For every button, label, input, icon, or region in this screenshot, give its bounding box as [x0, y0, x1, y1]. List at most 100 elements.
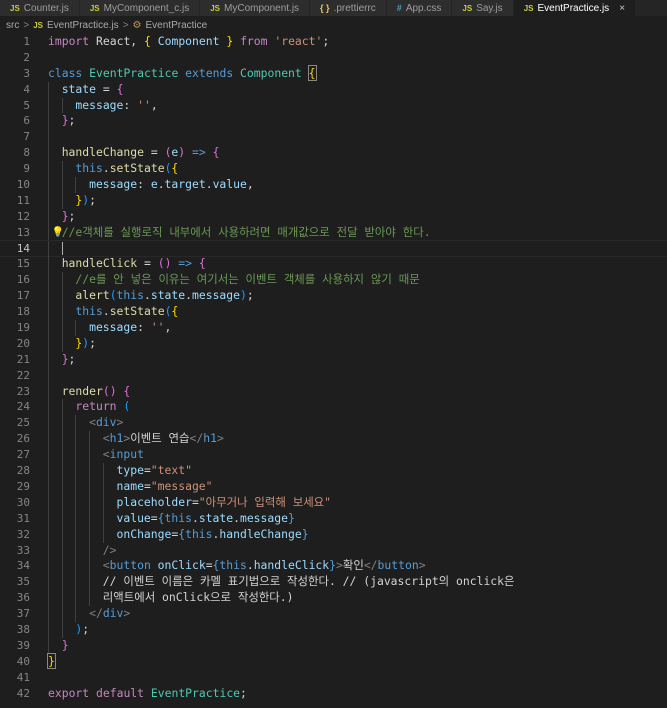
line-number[interactable]: 20 [0, 336, 30, 352]
code-text[interactable]: export default EventPractice; [48, 686, 247, 702]
code-text[interactable]: <button onClick={this.handleClick}>확인</b… [48, 558, 426, 575]
code-text[interactable]: class EventPractice extends Component { [48, 64, 317, 82]
line-number[interactable]: 35 [0, 574, 30, 590]
code-text[interactable]: <input [48, 447, 144, 464]
code-line[interactable]: 30 placeholder="아무거나 입력해 보세요" [0, 494, 667, 511]
code-line[interactable]: 41 [0, 670, 667, 686]
code-line[interactable]: 33 /> [0, 542, 667, 559]
code-line[interactable]: 37 </div> [0, 606, 667, 622]
code-text[interactable]: handleClick = () => { [48, 256, 206, 273]
code-text[interactable]: }; [48, 113, 75, 130]
line-number[interactable]: 25 [0, 415, 30, 431]
code-text[interactable]: // 이벤트 이름은 카멜 표기법으로 작성한다. // (javascript… [48, 574, 515, 591]
code-line[interactable]: 19 message: '', [0, 320, 667, 336]
code-line[interactable]: 29 name="message" [0, 478, 667, 495]
code-line[interactable]: 18 this.setState({ [0, 304, 667, 321]
code-line[interactable]: 3 class EventPractice extends Component { [0, 64, 667, 82]
code-line[interactable]: 15 handleClick = () => { [0, 256, 667, 273]
line-number[interactable]: 27 [0, 447, 30, 463]
code-text[interactable]: this.setState({ [48, 304, 178, 321]
breadcrumb-folder[interactable]: src [6, 20, 19, 31]
line-number[interactable]: 33 [0, 543, 30, 559]
line-number[interactable]: 6 [0, 113, 30, 129]
code-line[interactable]: 21}; [0, 351, 667, 368]
code-text[interactable]: ); [48, 621, 89, 638]
line-number[interactable]: 30 [0, 495, 30, 511]
code-text[interactable]: onChange={this.handleChange} [48, 526, 309, 543]
code-text[interactable]: } [47, 652, 56, 670]
code-line[interactable]: 34 <button onClick={this.handleClick}>확인<… [0, 558, 667, 575]
code-line[interactable]: 40} [0, 652, 667, 670]
line-number[interactable]: 16 [0, 272, 30, 288]
line-number[interactable]: 5 [0, 98, 30, 114]
tab-mycomponent-c-js[interactable]: JS MyComponent_c.js [79, 0, 201, 16]
line-number[interactable]: 39 [0, 638, 30, 654]
code-line[interactable]: 22 [0, 367, 667, 384]
code-line[interactable]: 1 import React, { Component } from 'react… [0, 34, 667, 50]
code-line[interactable]: 9 this.setState({ [0, 161, 667, 178]
code-line[interactable]: 31 value={this.state.message} [0, 510, 667, 527]
line-number[interactable]: 14 [0, 241, 30, 257]
line-number[interactable]: 22 [0, 368, 30, 384]
code-line[interactable]: 12}; [0, 208, 667, 225]
code-text[interactable]: //e를 안 넣은 이유는 여기서는 이벤트 객체를 사용하지 않기 때문 [48, 272, 420, 289]
code-text[interactable]: render() { [48, 383, 130, 400]
code-text[interactable]: message: '', [48, 97, 158, 114]
line-number[interactable]: 28 [0, 463, 30, 479]
line-number[interactable]: 17 [0, 288, 30, 304]
code-text[interactable] [48, 240, 63, 257]
code-line[interactable]: 28 type="text" [0, 463, 667, 479]
code-line[interactable]: 10 message: e.target.value, [0, 177, 667, 193]
code-text[interactable]: <div> [48, 415, 123, 432]
line-number[interactable]: 15 [0, 256, 30, 272]
code-text[interactable]: message: '', [48, 320, 171, 336]
code-line[interactable]: 26 <h1>이벤트 연습</h1> [0, 431, 667, 448]
code-text[interactable]: handleChange = (e) => { [48, 145, 219, 162]
code-line[interactable]: 38); [0, 621, 667, 638]
line-number[interactable]: 8 [0, 145, 30, 161]
code-line[interactable]: 6}; [0, 113, 667, 130]
code-line[interactable]: 14 [0, 239, 667, 258]
code-text[interactable]: import React, { Component } from 'react'… [48, 34, 329, 50]
line-number[interactable]: 26 [0, 431, 30, 447]
code-text[interactable]: }); [48, 192, 96, 209]
tab-prettierrc[interactable]: { } .prettierrc [310, 0, 387, 16]
line-number[interactable]: 36 [0, 590, 30, 606]
line-number[interactable]: 41 [0, 670, 30, 686]
line-number[interactable]: 9 [0, 161, 30, 177]
lightbulb-icon[interactable]: 💡 [52, 225, 64, 241]
code-text[interactable]: /> [48, 542, 117, 559]
code-text[interactable]: this.setState({ [48, 161, 178, 178]
code-text[interactable] [48, 129, 62, 146]
code-text[interactable]: 💡//e객체를 실행로직 내부에서 사용하려면 매개값으로 전달 받아야 한다. [48, 224, 431, 241]
code-text[interactable]: message: e.target.value, [48, 177, 254, 193]
line-number[interactable]: 3 [0, 66, 30, 82]
code-line[interactable]: 39} [0, 637, 667, 654]
line-number[interactable]: 31 [0, 511, 30, 527]
line-number[interactable]: 1 [0, 34, 30, 50]
code-line[interactable]: 16 //e를 안 넣은 이유는 여기서는 이벤트 객체를 사용하지 않기 때문 [0, 272, 667, 289]
line-number[interactable]: 18 [0, 304, 30, 320]
code-text[interactable]: </div> [48, 606, 130, 622]
code-line[interactable]: 17 alert(this.state.message); [0, 288, 667, 305]
code-text[interactable]: }; [48, 208, 75, 225]
code-text[interactable]: state = { [48, 81, 123, 98]
code-line[interactable]: 24 return ( [0, 399, 667, 416]
code-line[interactable]: 2 [0, 50, 667, 66]
line-number[interactable]: 42 [0, 686, 30, 702]
code-line[interactable]: 5 message: '', [0, 97, 667, 114]
code-text[interactable]: }; [48, 351, 75, 368]
code-text[interactable]: return ( [48, 399, 130, 416]
line-number[interactable]: 11 [0, 193, 30, 209]
tab-eventpractice-js[interactable]: JS EventPractice.js × [513, 0, 637, 16]
line-number[interactable]: 29 [0, 479, 30, 495]
code-text[interactable] [48, 367, 62, 384]
code-line[interactable]: 42 export default EventPractice; [0, 686, 667, 702]
code-line[interactable]: 7 [0, 129, 667, 146]
line-number[interactable]: 12 [0, 209, 30, 225]
code-line[interactable]: 20}); [0, 335, 667, 352]
line-number[interactable]: 24 [0, 399, 30, 415]
line-number[interactable]: 21 [0, 352, 30, 368]
code-editor[interactable]: 1 import React, { Component } from 'react… [0, 34, 667, 701]
code-text[interactable]: name="message" [48, 478, 213, 495]
